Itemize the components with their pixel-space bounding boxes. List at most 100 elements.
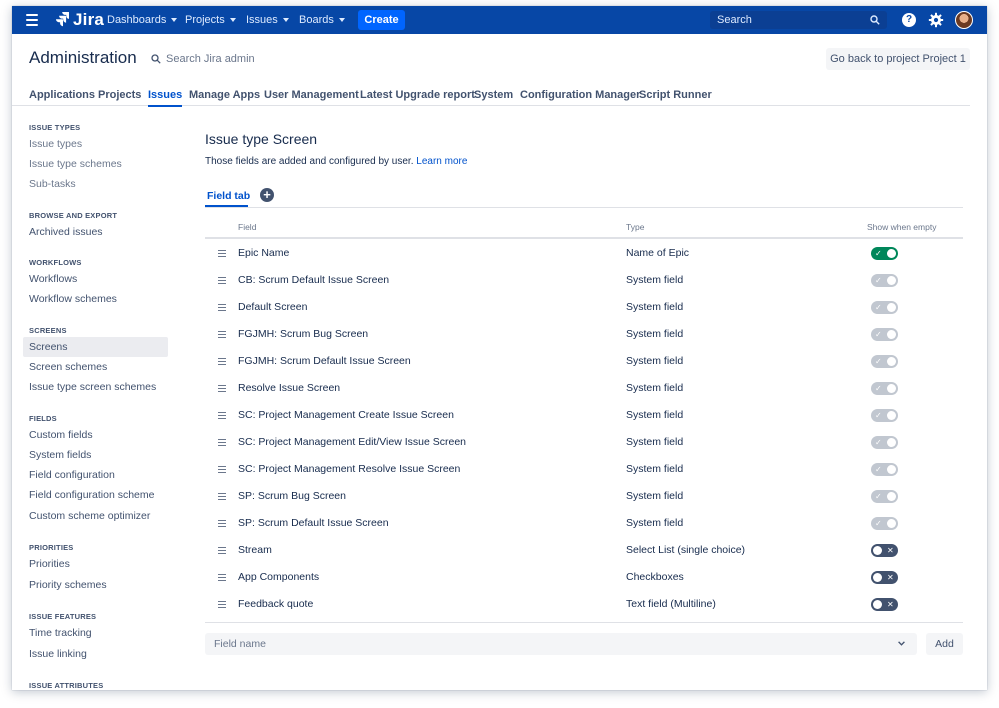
drag-handle-icon[interactable]: [218, 466, 226, 473]
admin-search-input[interactable]: Search Jira admin: [151, 53, 255, 65]
jira-logo[interactable]: Jira: [56, 11, 104, 28]
drag-handle-icon[interactable]: [218, 250, 226, 257]
check-icon: ✓: [875, 357, 882, 366]
toggle-knob: [887, 330, 896, 339]
sidebar-heading-issue-types: ISSUE TYPES: [29, 123, 81, 132]
drag-handle-icon[interactable]: [218, 304, 226, 311]
gear-icon[interactable]: [928, 12, 944, 28]
table-row[interactable]: FGJMH: Scrum Default Issue Screen System…: [205, 348, 963, 375]
nav-issues[interactable]: Issues: [246, 6, 289, 34]
nav-issues-label: Issues: [246, 14, 278, 26]
sidebar-item-issue-types[interactable]: Issue types: [29, 138, 82, 150]
table-row[interactable]: SC: Project Management Create Issue Scre…: [205, 402, 963, 429]
sidebar-item-time-tracking[interactable]: Time tracking: [29, 627, 92, 639]
back-to-project-button[interactable]: Go back to project Project 1: [826, 48, 970, 70]
show-when-empty-toggle[interactable]: ✕: [871, 571, 898, 584]
sidebar-item-field-configuration-scheme[interactable]: Field configuration scheme: [29, 489, 154, 501]
drag-handle-icon[interactable]: [218, 277, 226, 284]
sidebar-item-screen-schemes[interactable]: Screen schemes: [29, 361, 107, 373]
sidebar-item-workflow-schemes[interactable]: Workflow schemes: [29, 293, 117, 305]
show-when-empty-toggle[interactable]: ✓: [871, 517, 898, 530]
tab-configuration-manager[interactable]: Configuration Manager: [520, 89, 640, 101]
drag-handle-icon[interactable]: [218, 358, 226, 365]
tab-issues[interactable]: Issues: [148, 89, 183, 107]
sidebar-item-archived-issues[interactable]: Archived issues: [29, 226, 103, 238]
top-navigation: Jira Dashboards Projects Issues Boards C…: [12, 6, 987, 34]
sidebar-item-issue-type-schemes[interactable]: Issue type schemes: [29, 158, 122, 170]
table-row[interactable]: Default Screen System field ✓: [205, 294, 963, 321]
add-icon[interactable]: +: [260, 188, 274, 202]
table-row[interactable]: Feedback quote Text field (Multiline) ✕: [205, 591, 963, 618]
table-row[interactable]: SC: Project Management Resolve Issue Scr…: [205, 456, 963, 483]
show-when-empty-toggle[interactable]: ✓: [871, 463, 898, 476]
show-when-empty-toggle[interactable]: ✓: [871, 247, 898, 260]
global-search-input[interactable]: Search: [710, 11, 887, 29]
table-row[interactable]: CB: Scrum Default Issue Screen System fi…: [205, 267, 963, 294]
show-when-empty-toggle[interactable]: ✓: [871, 382, 898, 395]
drag-handle-icon[interactable]: [218, 520, 226, 527]
show-when-empty-toggle[interactable]: ✓: [871, 355, 898, 368]
show-when-empty-toggle[interactable]: ✕: [871, 598, 898, 611]
sidebar-item-screens[interactable]: Screens: [29, 341, 68, 353]
sidebar-item-system-fields[interactable]: System fields: [29, 449, 91, 461]
table-row[interactable]: Epic Name Name of Epic ✓: [205, 240, 963, 267]
drag-handle-icon[interactable]: [218, 439, 226, 446]
sidebar-item-workflows[interactable]: Workflows: [29, 273, 77, 285]
nav-boards[interactable]: Boards: [299, 6, 345, 34]
create-button[interactable]: Create: [358, 10, 405, 30]
nav-dashboards[interactable]: Dashboards: [107, 6, 178, 34]
sidebar-item-priorities[interactable]: Priorities: [29, 558, 70, 570]
table-row[interactable]: SC: Project Management Edit/View Issue S…: [205, 429, 963, 456]
close-icon: ✕: [887, 600, 894, 609]
table-row[interactable]: SP: Scrum Bug Screen System field ✓: [205, 483, 963, 510]
menu-icon[interactable]: [26, 14, 38, 26]
check-icon: ✓: [875, 465, 882, 474]
tab-projects[interactable]: Projects: [98, 89, 141, 101]
tab-user-management[interactable]: User Management: [264, 89, 359, 101]
sidebar-item-issue-type-screen-schemes[interactable]: Issue type screen schemes: [29, 381, 156, 393]
field-name: App Components: [238, 571, 320, 583]
drag-handle-icon[interactable]: [218, 547, 226, 554]
field-name: Feedback quote: [238, 598, 314, 610]
drag-handle-icon[interactable]: [218, 493, 226, 500]
tab-script-runner[interactable]: Script Runner: [639, 89, 712, 101]
show-when-empty-toggle[interactable]: ✓: [871, 490, 898, 503]
drag-handle-icon[interactable]: [218, 601, 226, 608]
tab-applications[interactable]: Applications: [29, 89, 95, 101]
nav-projects[interactable]: Projects: [185, 6, 236, 34]
avatar[interactable]: [955, 11, 973, 29]
sidebar-item-sub-tasks[interactable]: Sub-tasks: [29, 178, 76, 190]
field-name-select[interactable]: Field name: [205, 633, 917, 655]
tab-system[interactable]: System: [474, 89, 513, 101]
global-search-placeholder: Search: [717, 14, 752, 26]
show-when-empty-toggle[interactable]: ✓: [871, 436, 898, 449]
show-when-empty-toggle[interactable]: ✕: [871, 544, 898, 557]
help-icon[interactable]: ?: [902, 13, 916, 27]
sidebar-item-custom-fields[interactable]: Custom fields: [29, 429, 93, 441]
sidebar-item-custom-scheme-optimizer[interactable]: Custom scheme optimizer: [29, 510, 150, 522]
drag-handle-icon[interactable]: [218, 331, 226, 338]
sidebar-item-issue-linking[interactable]: Issue linking: [29, 648, 87, 660]
table-row[interactable]: App Components Checkboxes ✕: [205, 564, 963, 591]
search-icon: [870, 15, 880, 25]
sidebar-item-field-configuration[interactable]: Field configuration: [29, 469, 115, 481]
tab-latest-upgrade-report[interactable]: Latest Upgrade report: [360, 89, 475, 101]
table-row[interactable]: SP: Scrum Default Issue Screen System fi…: [205, 510, 963, 537]
table-row[interactable]: Stream Select List (single choice) ✕: [205, 537, 963, 564]
add-field-button[interactable]: Add: [926, 633, 963, 655]
show-when-empty-toggle[interactable]: ✓: [871, 409, 898, 422]
drag-handle-icon[interactable]: [218, 385, 226, 392]
tab-field-tab[interactable]: Field tab: [207, 190, 250, 202]
table-row[interactable]: FGJMH: Scrum Bug Screen System field ✓: [205, 321, 963, 348]
field-type: System field: [626, 490, 684, 502]
table-row[interactable]: Resolve Issue Screen System field ✓: [205, 375, 963, 402]
show-when-empty-toggle[interactable]: ✓: [871, 301, 898, 314]
show-when-empty-toggle[interactable]: ✓: [871, 274, 898, 287]
drag-handle-icon[interactable]: [218, 412, 226, 419]
tab-manage-apps[interactable]: Manage Apps: [189, 89, 260, 101]
show-when-empty-toggle[interactable]: ✓: [871, 328, 898, 341]
sidebar-heading-issue-features: ISSUE FEATURES: [29, 612, 97, 621]
sidebar-item-priority-schemes[interactable]: Priority schemes: [29, 579, 107, 591]
drag-handle-icon[interactable]: [218, 574, 226, 581]
learn-more-link[interactable]: Learn more: [416, 156, 467, 167]
